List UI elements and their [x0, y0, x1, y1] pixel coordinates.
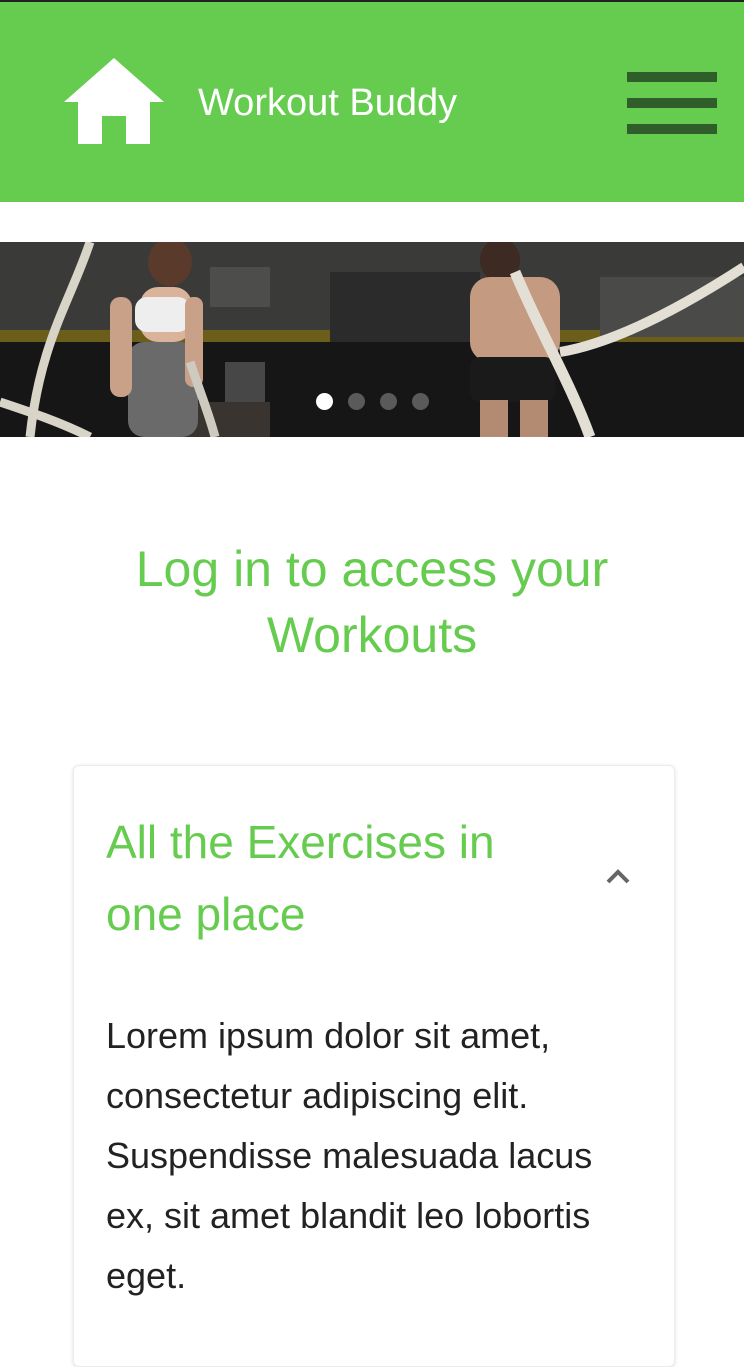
carousel-dot[interactable] — [348, 393, 365, 410]
hero-carousel[interactable] — [0, 242, 744, 437]
hamburger-menu-icon[interactable] — [627, 72, 717, 134]
login-prompt-heading: Log in to access your Workouts — [135, 541, 609, 663]
menu-bar — [627, 98, 717, 108]
carousel-image — [0, 242, 744, 437]
carousel-dot[interactable] — [412, 393, 429, 410]
navbar: Workout Buddy — [0, 2, 744, 202]
home-icon[interactable] — [64, 58, 164, 144]
menu-bar — [627, 124, 717, 134]
carousel-dot[interactable] — [380, 393, 397, 410]
card-body-text: Lorem ipsum dolor sit amet, consectetur … — [106, 1015, 593, 1296]
feature-card: All the Exercises in one place Lorem ips… — [73, 765, 675, 1367]
carousel-dot[interactable] — [316, 393, 333, 410]
menu-bar — [627, 72, 717, 82]
chevron-up-icon[interactable] — [604, 866, 632, 886]
card-title[interactable]: All the Exercises in one place — [106, 806, 566, 950]
brand-title[interactable]: Workout Buddy — [198, 80, 457, 126]
